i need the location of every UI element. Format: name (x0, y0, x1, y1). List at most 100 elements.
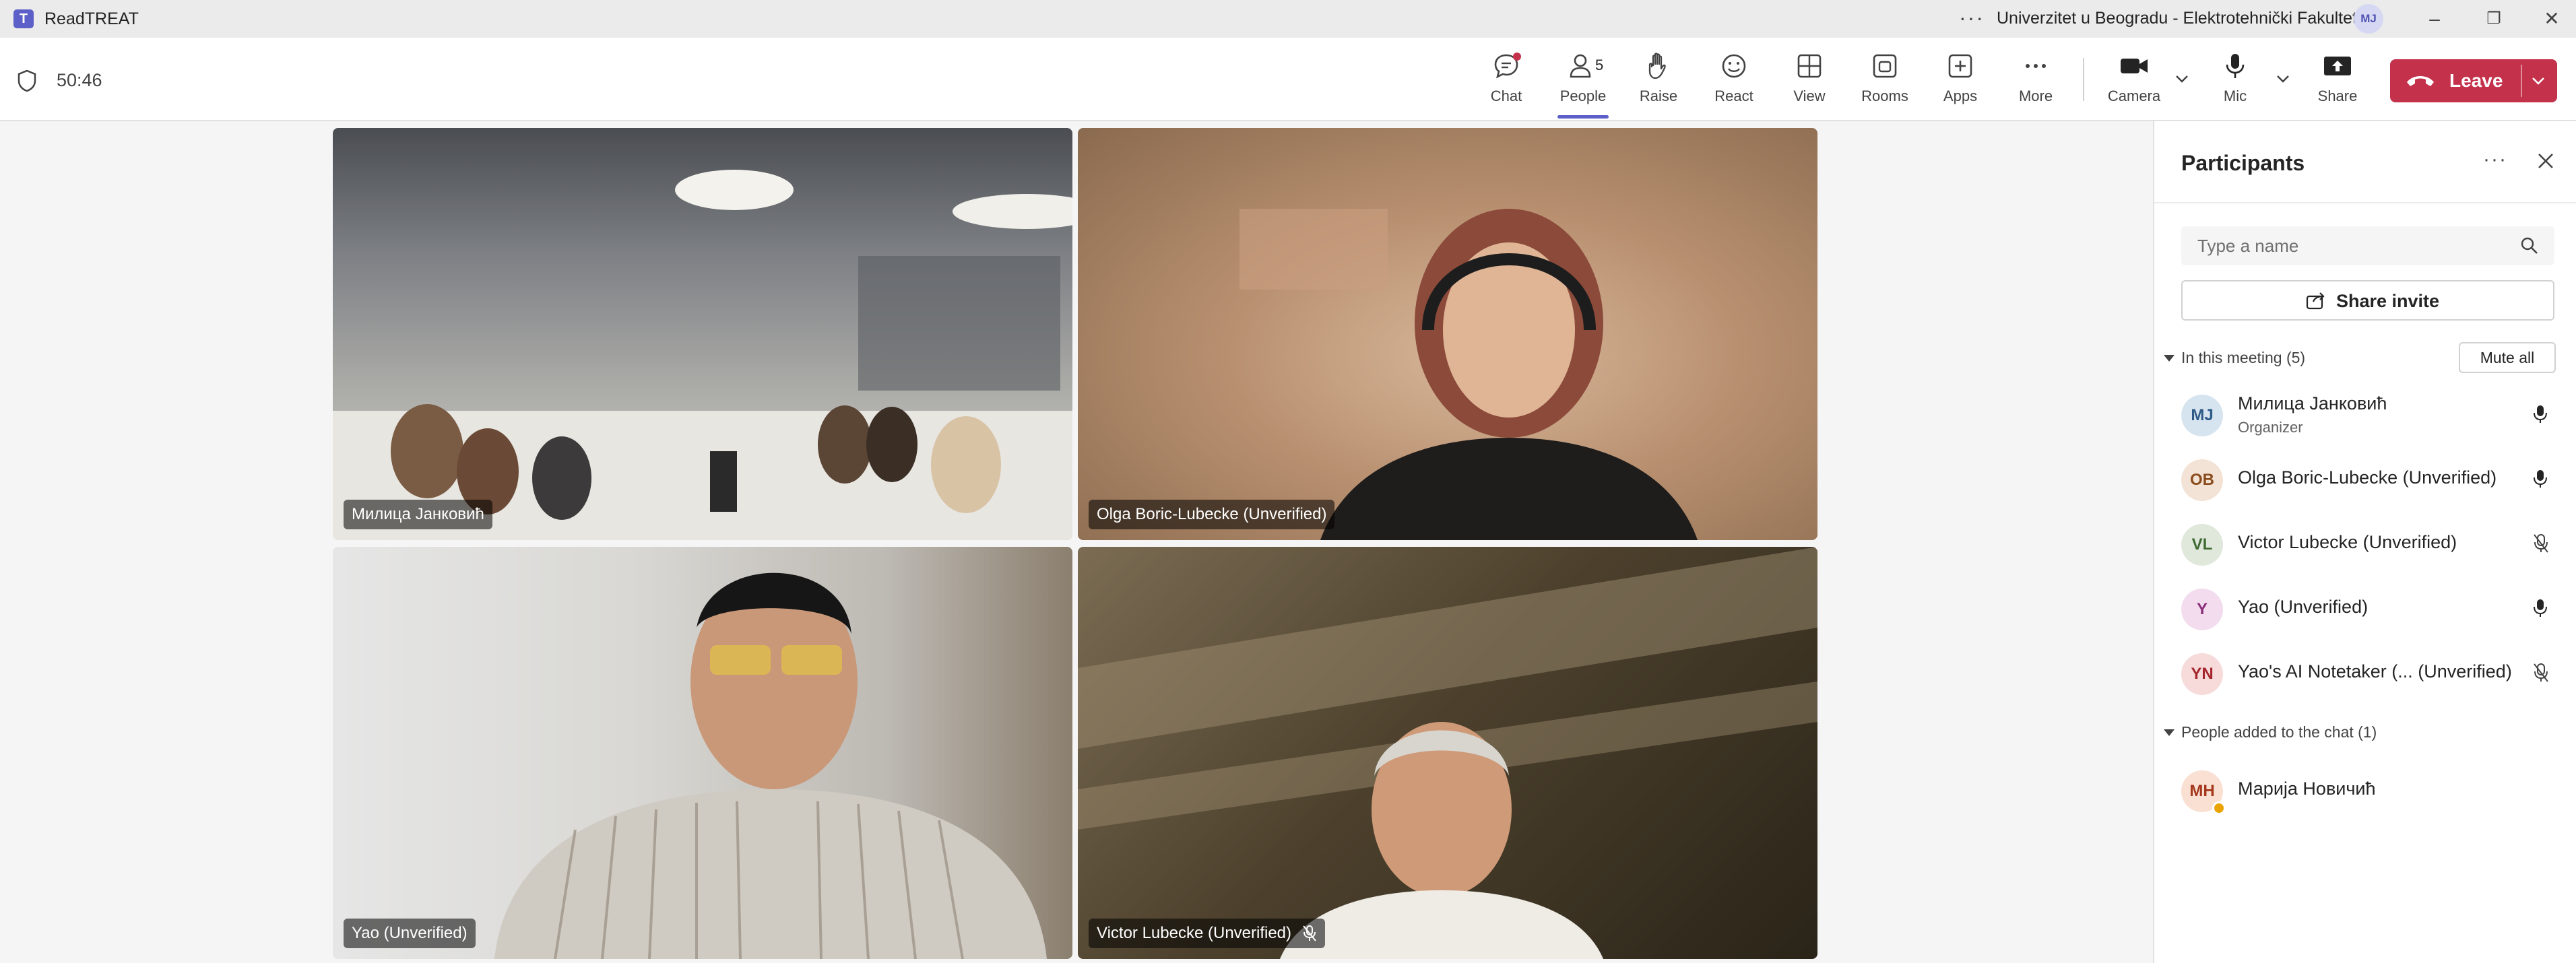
participant-row[interactable]: MJ Милица Јанковић Organizer (2154, 385, 2576, 446)
avatar: Y (2181, 589, 2223, 630)
close-icon[interactable] (2536, 151, 2556, 171)
panel-title: Participants (2181, 151, 2305, 175)
avatar: MJ (2181, 395, 2223, 436)
people-button[interactable]: 5 People (1549, 51, 1617, 119)
apps-label: Apps (1943, 88, 1978, 104)
close-window-button[interactable]: ✕ (2538, 5, 2565, 32)
room-video-feed (333, 170, 1072, 540)
share-button[interactable]: Share (2304, 51, 2371, 116)
participant-name: Victor Lubecke (Unverified) (2238, 532, 2457, 552)
video-tile-yao[interactable]: Yao (Unverified) (333, 547, 1072, 959)
react-button[interactable]: React (1700, 51, 1768, 116)
grid-view-icon (1797, 54, 1822, 78)
mic-label: Mic (2223, 88, 2247, 104)
toolbar-divider (2083, 58, 2084, 101)
video-tile-room[interactable]: Милица Јанковић (333, 128, 1072, 540)
view-button[interactable]: View (1776, 51, 1843, 116)
participant-search[interactable] (2181, 226, 2554, 265)
breakout-rooms-icon (1873, 54, 1897, 78)
video-tile-olga[interactable]: Olga Boric-Lubecke (Unverified) (1078, 128, 1817, 540)
collapse-triangle-icon (2164, 354, 2175, 362)
participant-row[interactable]: YN Yao's AI Notetaker (... (Unverified) (2154, 644, 2576, 704)
mute-all-button[interactable]: Mute all (2459, 342, 2556, 373)
away-status-icon (2212, 801, 2226, 815)
camera-label: Camera (2107, 88, 2161, 104)
victor-video-feed (1078, 547, 1817, 959)
muted-mic-icon (1303, 925, 1316, 941)
search-icon[interactable] (2519, 236, 2540, 256)
more-button[interactable]: More (2002, 51, 2069, 116)
participant-name-label: Милица Јанковић (344, 500, 492, 529)
participant-name: Милица Јанковић (2238, 393, 2387, 413)
share-label: Share (2317, 88, 2358, 104)
share-invite-button[interactable]: Share invite (2181, 280, 2554, 321)
chat-button[interactable]: Chat (1473, 51, 1540, 116)
leave-options-chevron-icon[interactable] (2529, 71, 2548, 90)
in-meeting-heading: In this meeting (5) (2181, 349, 2306, 366)
apps-button[interactable]: Apps (1927, 51, 1994, 116)
view-label: View (1793, 88, 1826, 104)
participant-role: Organizer (2238, 419, 2303, 436)
app-title: ReadTREAT (44, 9, 139, 28)
participant-name: Yao (Unverified) (352, 924, 468, 942)
participant-name-label: Victor Lubecke (Unverified) (1089, 919, 1326, 948)
hang-up-icon (2407, 76, 2434, 86)
teams-logo-icon: T (13, 9, 34, 28)
microphone-icon[interactable] (2533, 598, 2548, 618)
user-avatar[interactable]: MJ (2354, 4, 2383, 34)
rooms-label: Rooms (1861, 88, 1908, 104)
video-tile-victor[interactable]: Victor Lubecke (Unverified) (1078, 547, 1817, 959)
camera-options-chevron-icon[interactable] (2172, 69, 2192, 89)
panel-divider (2154, 202, 2576, 203)
participant-name: Victor Lubecke (Unverified) (1097, 924, 1292, 942)
organization-name[interactable]: Univerzitet u Beogradu - Elektrotehnički… (1997, 9, 2357, 28)
participant-name: Yao's AI Notetaker (... (Unverified) (2238, 661, 2512, 682)
people-active-indicator (1557, 115, 1609, 119)
chat-notification-dot (1513, 53, 1521, 61)
people-icon (1570, 54, 1591, 78)
more-dots-icon (2026, 64, 2046, 68)
participant-name: Милица Јанковић (352, 505, 484, 523)
share-arrow-icon (2306, 292, 2325, 310)
share-invite-label: Share invite (2336, 291, 2440, 311)
in-meeting-section-toggle[interactable]: In this meeting (5) (2164, 349, 2305, 367)
people-label: People (1559, 88, 1607, 104)
participant-row[interactable]: MH Марија Новичић (2154, 761, 2576, 822)
participant-search-input[interactable] (2181, 226, 2505, 265)
yao-video-feed (494, 572, 1047, 959)
smiley-icon (1722, 54, 1746, 78)
minimize-button[interactable]: – (2421, 5, 2448, 32)
add-app-icon (1948, 54, 1972, 78)
chat-label: Chat (1490, 88, 1522, 104)
microphone-icon (2226, 54, 2245, 78)
participant-row[interactable]: VL Victor Lubecke (Unverified) (2154, 514, 2576, 575)
raise-hand-button[interactable]: Raise (1625, 51, 1692, 116)
more-label: More (2018, 88, 2053, 104)
leave-button[interactable]: Leave (2390, 59, 2557, 102)
restore-button[interactable]: ❐ (2480, 5, 2507, 32)
muted-mic-icon[interactable] (2533, 533, 2549, 554)
mic-button[interactable]: Mic (2201, 51, 2269, 116)
panel-more-button[interactable]: ··· (2483, 148, 2507, 171)
title-bar: T ReadTREAT ··· Univerzitet u Beogradu -… (0, 0, 2576, 38)
participant-name: Olga Boric-Lubecke (Unverified) (1097, 505, 1327, 523)
participant-row[interactable]: Y Yao (Unverified) (2154, 579, 2576, 640)
participant-name: Yao (Unverified) (2238, 597, 2369, 617)
microphone-icon[interactable] (2533, 469, 2548, 489)
mic-options-chevron-icon[interactable] (2273, 69, 2293, 89)
participant-row[interactable]: OB Olga Boric-Lubecke (Unverified) (2154, 450, 2576, 510)
leave-divider (2521, 65, 2522, 97)
people-count-badge: 5 (1595, 57, 1604, 73)
olga-video-feed (1239, 209, 1698, 540)
share-screen-icon (2324, 57, 2351, 75)
participant-name-label: Yao (Unverified) (344, 919, 476, 948)
muted-mic-icon[interactable] (2533, 663, 2549, 683)
rooms-button[interactable]: Rooms (1851, 51, 1919, 116)
title-more-button[interactable]: ··· (1959, 5, 1985, 30)
participant-name-label: Olga Boric-Lubecke (Unverified) (1089, 500, 1335, 529)
added-section-toggle[interactable]: People added to the chat (1) (2164, 723, 2377, 741)
participants-panel: Participants ··· Share invite In this me… (2153, 121, 2576, 963)
participant-name: Olga Boric-Lubecke (Unverified) (2238, 467, 2497, 488)
camera-button[interactable]: Camera (2100, 51, 2168, 116)
microphone-icon[interactable] (2533, 404, 2548, 424)
